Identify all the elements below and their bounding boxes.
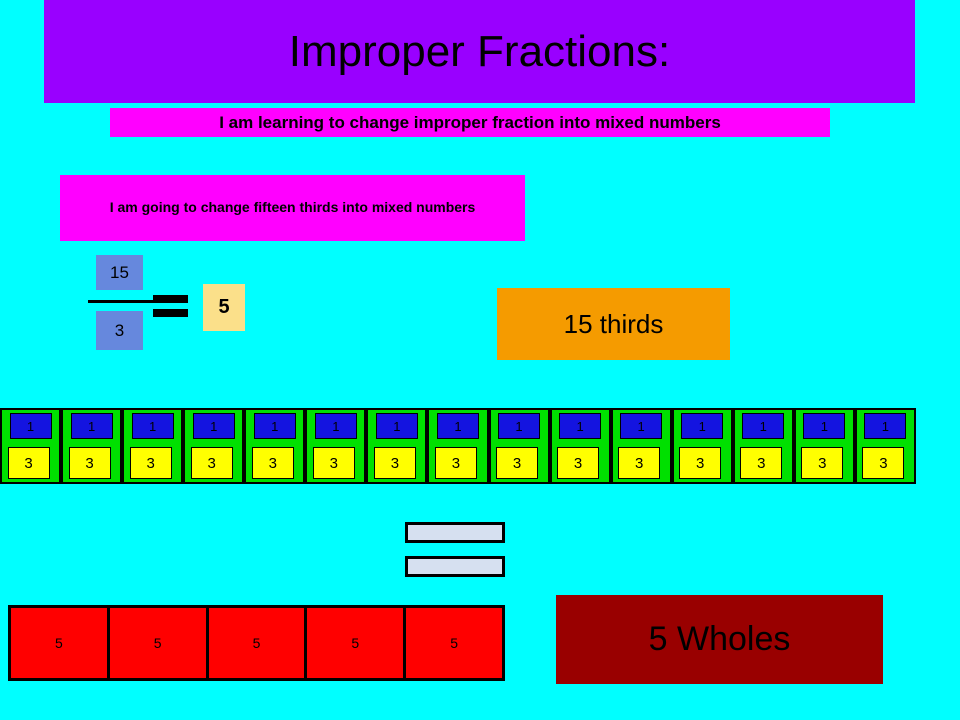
fraction-strip-cell-denominator: 3 [68, 447, 111, 479]
fraction-strip-cell: 13 [61, 408, 123, 484]
fifteen-thirds-label-box: 15 thirds [497, 288, 730, 360]
fraction-strip-cell: 13 [183, 408, 245, 484]
quotient-box: 5 [203, 284, 245, 331]
fraction-strip-cell-denominator: 3 [312, 447, 355, 479]
fraction-strip-cell-numerator: 1 [681, 413, 724, 439]
fraction-strip-cell-numerator: 1 [131, 413, 174, 439]
fraction-strip-cell-denominator: 3 [618, 447, 661, 479]
equals-sign-icon [153, 295, 188, 317]
fraction-numerator-value: 15 [110, 262, 129, 282]
whole-cell: 5 [8, 605, 110, 681]
fraction-strip-cell: 13 [549, 408, 611, 484]
fraction-strip-cell: 13 [305, 408, 367, 484]
fraction-strip-cell: 13 [793, 408, 855, 484]
fraction-denominator-box: 3 [96, 311, 143, 350]
whole-cell: 5 [106, 605, 209, 681]
fraction-strip-cell-denominator: 3 [801, 447, 844, 479]
fraction-strip-cell-numerator: 1 [192, 413, 235, 439]
fraction-strip-cell: 13 [610, 408, 672, 484]
quotient-value: 5 [218, 296, 230, 318]
fraction-strip-cell-denominator: 3 [679, 447, 722, 479]
big-equals-sign-icon [405, 522, 505, 577]
fraction-strip-cell-numerator: 1 [70, 413, 113, 439]
fraction-strip-cell-numerator: 1 [9, 413, 52, 439]
slide-canvas: Improper Fractions: I am learning to cha… [0, 0, 960, 720]
fifteen-thirds-label-text: 15 thirds [563, 308, 664, 339]
task-statement-box: I am going to change fifteen thirds into… [60, 175, 525, 241]
learning-objective-box: I am learning to change improper fractio… [110, 108, 830, 137]
fraction-strip-cell-numerator: 1 [864, 413, 907, 439]
fraction-strip-cell: 13 [732, 408, 794, 484]
whole-cell: 5 [205, 605, 308, 681]
fraction-strip-cell-denominator: 3 [129, 447, 172, 479]
learning-objective-text: I am learning to change improper fractio… [219, 112, 721, 132]
fraction-strip-cell-denominator: 3 [434, 447, 477, 479]
whole-cell: 5 [403, 605, 505, 681]
fraction-strip-cell-denominator: 3 [496, 447, 539, 479]
big-equals-bar-top [405, 522, 505, 543]
fraction-strip-cell-denominator: 3 [7, 447, 50, 479]
result-text: 5 Wholes [648, 620, 791, 658]
fraction-strip-cell-numerator: 1 [742, 413, 785, 439]
fraction-strip-cell: 13 [0, 408, 62, 484]
equals-bar-top [153, 295, 188, 303]
result-box: 5 Wholes [556, 595, 883, 684]
fraction-numerator-box: 15 [96, 255, 143, 290]
fraction-strip-cell-numerator: 1 [314, 413, 357, 439]
fraction-strip-cell-denominator: 3 [740, 447, 783, 479]
fraction-strip-cell-numerator: 1 [436, 413, 479, 439]
fraction-denominator-value: 3 [114, 320, 125, 340]
equals-bar-bottom [153, 309, 188, 317]
fraction-strip: 131313131313131313131313131313 [0, 408, 916, 484]
fraction-strip-cell: 13 [488, 408, 550, 484]
whole-cell: 5 [304, 605, 407, 681]
fraction-strip-cell: 13 [854, 408, 916, 484]
fraction-strip-cell-numerator: 1 [803, 413, 846, 439]
fraction-strip-cell: 13 [366, 408, 428, 484]
fraction-strip-cell-denominator: 3 [862, 447, 905, 479]
big-equals-bar-bottom [405, 556, 505, 577]
fraction-expression: 15 3 5 [88, 255, 263, 350]
fraction-strip-cell-denominator: 3 [251, 447, 294, 479]
fraction-strip-cell-denominator: 3 [190, 447, 233, 479]
fraction-strip-cell-numerator: 1 [253, 413, 296, 439]
fraction-strip-cell: 13 [244, 408, 306, 484]
fraction-strip-cell: 13 [427, 408, 489, 484]
wholes-row: 55555 [8, 605, 505, 681]
fraction-strip-cell-denominator: 3 [373, 447, 416, 479]
fraction-strip-cell-numerator: 1 [559, 413, 602, 439]
fraction-divider-line [88, 300, 159, 303]
fraction-strip-cell-numerator: 1 [620, 413, 663, 439]
page-title: Improper Fractions: [288, 26, 671, 76]
fraction-strip-cell: 13 [671, 408, 733, 484]
fraction-strip-cell-numerator: 1 [375, 413, 418, 439]
fraction-strip-cell: 13 [122, 408, 184, 484]
fraction-strip-cell-numerator: 1 [498, 413, 541, 439]
task-statement-text: I am going to change fifteen thirds into… [109, 199, 476, 216]
title-box: Improper Fractions: [44, 0, 915, 103]
fraction-strip-cell-denominator: 3 [557, 447, 600, 479]
